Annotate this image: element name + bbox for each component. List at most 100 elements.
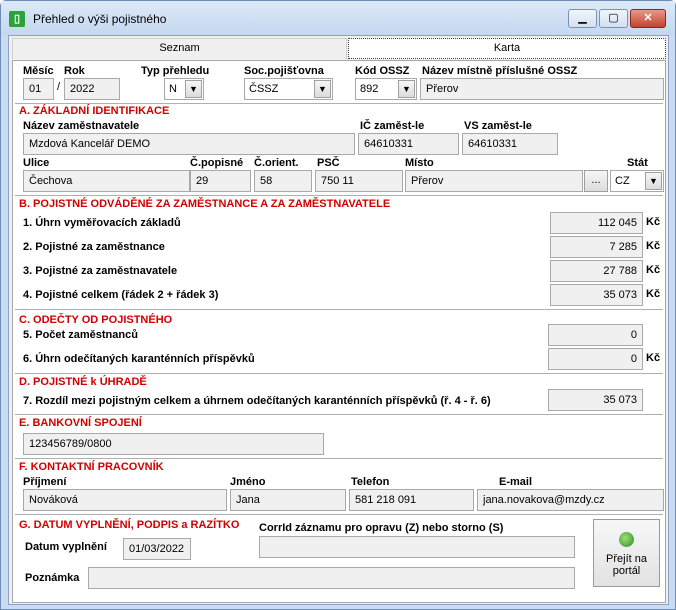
row-6-unit: Kč [646,352,661,364]
kod-ossz-label: Kód OSSZ [355,65,410,77]
misto-label: Místo [405,157,434,169]
nazev-ossz-field[interactable]: Přerov [420,78,664,100]
stat-label: Stát [627,157,648,169]
typ-prehledu-select[interactable]: N ▼ [164,78,204,100]
row-2-unit: Kč [646,240,661,252]
section-b-title: B. POJISTNÉ ODVÁDĚNÉ ZA ZAMĚSTNANCE A ZA… [19,198,391,210]
vs-label: VS zaměst-le [464,120,532,132]
vs-field[interactable]: 64610331 [462,133,558,155]
soc-pojistovna-value: ČSSZ [249,83,279,95]
cislo-orient-label: Č.orient. [254,157,299,169]
app-window: ▯ Přehled o výši pojistného ▁ ▢ ✕ Seznam… [0,0,676,610]
bank-account-field[interactable]: 123456789/0800 [23,433,324,455]
row-5-value[interactable]: 0 [548,324,643,346]
divider [15,309,663,311]
row-6-value[interactable]: 0 [548,348,643,370]
ic-field[interactable]: 64610331 [358,133,459,155]
row-3-value[interactable]: 27 788 [550,260,643,282]
soc-pojistovna-label: Soc.pojišťovna [244,65,324,77]
telefon-field[interactable]: 581 218 091 [349,489,474,511]
row-3-label: 3. Pojistné za zaměstnavatele [23,265,178,277]
divider [15,195,663,197]
psc-label: PSČ [317,157,340,169]
soc-pojistovna-select[interactable]: ČSSZ ▼ [244,78,333,100]
typ-prehledu-label: Typ přehledu [141,65,210,77]
jmeno-field[interactable]: Jana [230,489,346,511]
section-c-title: C. ODEČTY OD POJISTNÉHO [19,314,173,326]
row-2-label: 2. Pojistné za zaměstnance [23,241,165,253]
misto-browse-button[interactable]: ... [584,170,608,192]
stat-value: CZ [615,175,630,187]
datum-field[interactable]: 01/03/2022 [123,538,191,560]
mesic-field[interactable]: 01 [23,78,54,100]
rok-label: Rok [64,65,85,77]
mesic-label: Měsíc [23,65,54,77]
datum-label: Datum vyplnění [25,541,107,553]
client-area: Seznam Karta Měsíc 01 / Rok 2022 Typ pře… [8,35,669,605]
cislo-popisne-field[interactable]: 29 [190,170,251,192]
title-bar[interactable]: ▯ Přehled o výši pojistného ▁ ▢ ✕ [1,1,675,35]
employer-field[interactable]: Mzdová Kancelář DEMO [23,133,355,155]
telefon-label: Telefon [351,476,390,488]
cislo-orient-field[interactable]: 58 [254,170,312,192]
tab-strip: Seznam Karta [9,36,668,60]
misto-field[interactable]: Přerov [405,170,583,192]
jmeno-label: Jméno [230,476,266,488]
row-5-label: 5. Počet zaměstnanců [23,329,138,341]
row-1-unit: Kč [646,216,661,228]
portal-button[interactable]: Přejít na portál [593,519,660,587]
prijmeni-field[interactable]: Nováková [23,489,227,511]
globe-icon [619,532,634,547]
row-3-unit: Kč [646,264,661,276]
chevron-down-icon[interactable]: ▼ [398,80,415,98]
employer-label: Název zaměstnavatele [23,120,140,132]
row-4-label: 4. Pojistné celkem (řádek 2 + řádek 3) [23,289,219,301]
section-f-title: F. KONTAKTNÍ PRACOVNÍK [19,461,164,473]
kod-ossz-select[interactable]: 892 ▼ [355,78,417,100]
chevron-down-icon[interactable]: ▼ [645,172,662,190]
maximize-button[interactable]: ▢ [599,9,628,28]
email-label: E-mail [499,476,533,488]
ulice-field[interactable]: Čechova [23,170,190,192]
portal-button-label-2: portál [612,565,641,577]
close-button[interactable]: ✕ [630,9,666,28]
ulice-label: Ulice [23,157,50,169]
row-2-value[interactable]: 7 285 [550,236,643,258]
row-1-value[interactable]: 112 045 [550,212,643,234]
row-6-label: 6. Úhrn odečítaných karanténních příspěv… [23,353,255,365]
row-1-label: 1. Úhrn vyměřovacích základů [23,217,181,229]
section-a-title: A. ZÁKLADNÍ IDENTIFIKACE [19,105,170,117]
date-slash: / [57,81,61,93]
poznamka-field[interactable] [88,567,575,589]
divider [15,458,663,460]
app-icon: ▯ [9,11,25,27]
psc-field[interactable]: 750 11 [315,170,403,192]
divider [15,373,663,375]
row-7-value[interactable]: 35 073 [548,389,643,411]
divider [15,414,663,416]
corrid-field[interactable] [259,536,575,558]
rok-field[interactable]: 2022 [64,78,120,100]
tab-karta[interactable]: Karta [348,38,666,59]
cislo-popisne-label: Č.popisné [190,157,244,169]
portal-button-label-1: Přejít na [606,553,647,565]
row-4-unit: Kč [646,288,661,300]
kod-ossz-value: 892 [360,83,379,95]
row-4-value[interactable]: 35 073 [550,284,643,306]
section-g-title: G. DATUM VYPLNĚNÍ, PODPIS a RAZÍTKO [19,519,240,531]
chevron-down-icon[interactable]: ▼ [185,80,202,98]
typ-prehledu-value: N [169,83,177,95]
prijmeni-label: Příjmení [23,476,67,488]
nazev-ossz-label: Název místně příslušné OSSZ [422,65,578,77]
chevron-down-icon[interactable]: ▼ [314,80,331,98]
poznamka-label: Poznámka [25,572,80,584]
stat-select[interactable]: CZ ▼ [610,170,664,192]
section-d-title: D. POJISTNÉ k ÚHRADĚ [19,376,147,388]
minimize-button[interactable]: ▁ [568,9,597,28]
row-7-label: 7. Rozdíl mezi pojistným celkem a úhrnem… [23,395,491,407]
corrid-label: CorrId záznamu pro opravu (Z) nebo storn… [259,522,504,534]
tab-seznam[interactable]: Seznam [12,38,347,59]
divider [15,514,663,516]
email-field[interactable]: jana.novakova@mzdy.cz [477,489,664,511]
section-e-title: E. BANKOVNÍ SPOJENÍ [19,417,142,429]
